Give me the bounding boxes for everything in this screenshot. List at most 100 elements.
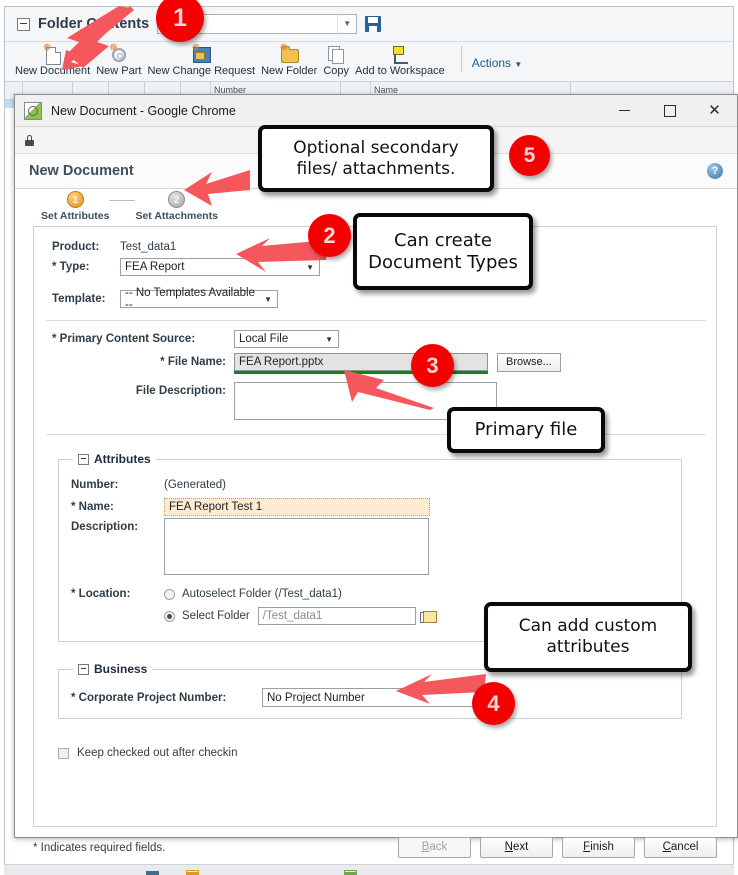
toolbar-actions-menu[interactable]: Actions ▼ [472,56,523,70]
toolbar-new-folder[interactable]: ✵ New Folder [261,43,317,78]
attributes-legend[interactable]: Attributes [73,452,156,466]
radio-select-folder[interactable] [164,610,175,622]
template-row: Template: -- No Templates Available -- ▼ [52,287,278,311]
toolbar-add-to-workspace[interactable]: Add to Workspace [355,44,445,77]
radio-autoselect-folder[interactable] [164,588,175,600]
collapse-icon[interactable] [78,663,89,675]
location-row: * Location: Autoselect Folder (/Test_dat… [71,588,342,600]
finish-button[interactable]: ​Finish [562,837,635,858]
chevron-down-icon: ▼ [264,294,272,304]
attributes-legend-label: Attributes [94,452,151,466]
next-accel: N [504,841,513,853]
annotation-callout-document-types: Can create Document Types [353,213,533,290]
callout-line-1: Optional secondary [293,137,459,158]
annotation-badge-1-number: 1 [173,4,187,32]
wizard-step-set-attributes[interactable]: 1 Set Attributes [41,191,109,222]
business-legend-label: Business [94,662,148,676]
annotation-badge-5-number: 5 [523,144,536,167]
annotation-callout-attachments: Optional secondary files/ attachments. [258,125,494,192]
keep-checked-out-label: Keep checked out after checkin [77,747,238,759]
annotation-badge-2-number: 2 [323,223,336,248]
type-label: * Type: [52,261,90,273]
annotation-badge-5: 5 [509,135,550,176]
annotation-badge-4-number: 4 [487,691,500,716]
divider-2 [46,434,706,435]
annotation-callout-primary-file: Primary file [447,407,605,453]
keep-checked-out-checkbox[interactable] [58,747,69,759]
description-label: Description: [71,521,139,533]
number-value: (Generated) [164,479,227,491]
name-label: * Name: [71,501,114,513]
select-folder-input[interactable]: /Test_data1 [257,607,416,625]
annotation-arrow-4 [362,672,488,708]
callout-line-1: Can add custom [518,616,658,637]
copy-icon [325,44,347,64]
window-titlebar[interactable]: New Document - Google Chrome ✕ [15,95,737,127]
corporate-project-number-label: * Corporate Project Number: [71,691,227,704]
name-input[interactable]: FEA Report Test 1 [164,498,430,516]
description-input[interactable] [164,518,429,575]
file-name-label: * File Name: [160,356,226,368]
callout-line-2: Document Types [368,251,518,273]
type-select-value: FEA Report [125,261,185,273]
collapse-icon[interactable] [78,453,89,465]
collapse-icon[interactable] [17,17,30,31]
file-description-label: File Description: [135,385,226,397]
wizard-connector [109,200,136,201]
location-label: * Location: [71,588,131,600]
file-name-row: * File Name: FEA Report.pptx Browse... [52,353,561,374]
toolbar-add-to-workspace-label: Add to Workspace [355,65,445,77]
toolbar-divider [460,46,462,72]
help-icon[interactable]: ? [707,163,723,179]
taskbar-item-1[interactable] [146,870,159,875]
primary-content-source-row: * Primary Content Source: Local File ▼ [52,330,339,348]
next-button[interactable]: Next [480,837,553,858]
radio-autoselect-folder-label: Autoselect Folder (/Test_data1) [182,588,342,600]
next-label: ext [512,841,529,853]
folder-picker-icon[interactable] [419,610,437,623]
wizard-step-1-label: Set Attributes [41,210,110,222]
finish-label: inish [590,841,614,853]
required-fields-note: * Indicates required fields. [33,841,166,854]
wizard-step-1-number: 1 [66,191,84,208]
taskbar-item-3[interactable] [344,870,357,875]
product-label: Product: [52,241,100,253]
save-icon[interactable] [365,16,382,32]
minimize-button[interactable] [602,95,647,126]
maximize-button[interactable] [647,95,692,126]
business-legend[interactable]: Business [73,662,153,676]
keep-checked-out-row[interactable]: Keep checked out after checkin [58,747,237,759]
new-document-form-panel: Product: Test_data1 * Type: FEA Report ▼… [33,226,717,827]
product-row: Product: Test_data1 [52,241,176,253]
new-change-request-icon: ✵ [190,43,212,64]
annotation-badge-3-number: 3 [426,353,439,378]
annotation-callout-custom-attributes-text: Can add custom attributes [519,616,657,657]
primary-content-source-select[interactable]: Local File ▼ [234,330,339,348]
lock-icon [25,134,34,146]
annotation-badge-4: 4 [472,682,515,725]
cancel-button[interactable]: Cancel [644,837,717,858]
taskbar-item-2[interactable] [186,870,199,875]
toolbar-copy-label: Copy [323,65,350,77]
browse-button[interactable]: Browse... [497,353,561,372]
template-select-value: -- No Templates Available -- [125,287,255,311]
number-row: Number: (Generated) [71,479,226,491]
dialog-footer: * Indicates required fields. Back Next ​… [33,837,717,858]
close-button[interactable]: ✕ [692,95,737,126]
window-title: New Document - Google Chrome [51,103,236,118]
back-button[interactable]: Back [398,837,471,858]
windchill-favicon-icon [24,101,42,120]
primary-content-source-value: Local File [239,333,289,345]
template-select[interactable]: -- No Templates Available -- ▼ [120,287,278,311]
toolbar-copy[interactable]: Copy [323,44,349,77]
toolbar-actions-label: Actions [471,56,512,70]
description-row: Description: [71,518,429,575]
name-row: * Name: FEA Report Test 1 [71,498,430,516]
number-label: Number: [71,479,119,491]
annotation-badge-3: 3 [411,344,454,387]
cancel-accel: C [662,841,671,853]
divider-1 [46,320,706,321]
add-to-workspace-icon [389,44,411,64]
annotation-callout-attachments-text: Optional secondary files/ attachments. [293,138,458,179]
chevron-down-icon: ▼ [514,60,523,69]
